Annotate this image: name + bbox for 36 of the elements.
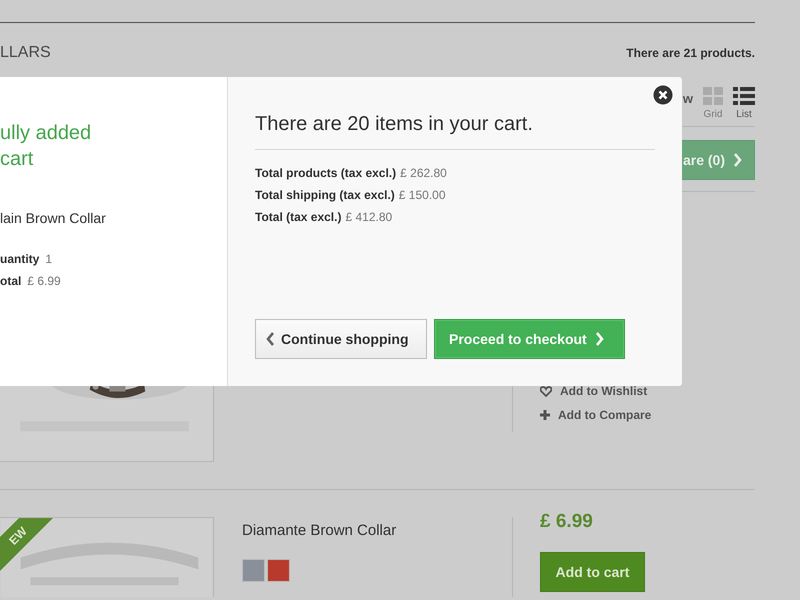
cart-summary-title: There are 20 items in your cart. xyxy=(255,113,534,136)
heart-icon xyxy=(540,386,552,396)
detail-value: £ 6.99 xyxy=(27,274,61,288)
checkout-button[interactable]: Proceed to checkout xyxy=(434,319,625,359)
chevron-right-icon xyxy=(594,332,604,346)
continue-shopping-button[interactable]: Continue shopping xyxy=(255,319,427,359)
detail-label: otal xyxy=(0,274,22,288)
close-icon xyxy=(653,85,673,105)
color-swatch[interactable] xyxy=(267,559,290,582)
detail-value: 1 xyxy=(45,252,52,266)
total-value: £ 150.00 xyxy=(398,187,446,204)
compare-link[interactable]: Add to Compare xyxy=(558,408,652,422)
product-name: lain Brown Collar xyxy=(0,210,107,226)
close-button[interactable] xyxy=(653,85,673,105)
grid-icon xyxy=(703,87,723,105)
total-label: Total (tax excl.) xyxy=(255,209,342,226)
color-swatch[interactable] xyxy=(242,559,265,582)
view-label: w xyxy=(682,91,693,106)
product-name[interactable]: Diamante Brown Collar xyxy=(242,522,512,539)
list-icon xyxy=(733,87,755,105)
add-to-cart-button[interactable]: Add to cart xyxy=(540,552,645,592)
total-label: Total shipping (tax excl.) xyxy=(255,187,395,204)
product-count: There are 21 products. xyxy=(626,46,755,60)
grid-view-button[interactable]: Grid xyxy=(703,87,723,120)
success-message: ully added cart xyxy=(0,121,92,172)
total-label: Total products (tax excl.) xyxy=(255,165,396,182)
detail-label: uantity xyxy=(0,252,40,266)
chevron-right-icon xyxy=(733,153,742,167)
product-price: £ 6.99 xyxy=(540,511,594,533)
list-view-button[interactable]: List xyxy=(733,87,755,120)
plus-icon xyxy=(540,410,550,420)
total-value: £ 412.80 xyxy=(345,209,392,226)
category-heading: LLARS xyxy=(0,44,51,62)
wishlist-link[interactable]: Add to Wishlist xyxy=(560,384,648,398)
chevron-left-icon xyxy=(266,332,275,346)
total-value: £ 262.80 xyxy=(400,165,447,182)
